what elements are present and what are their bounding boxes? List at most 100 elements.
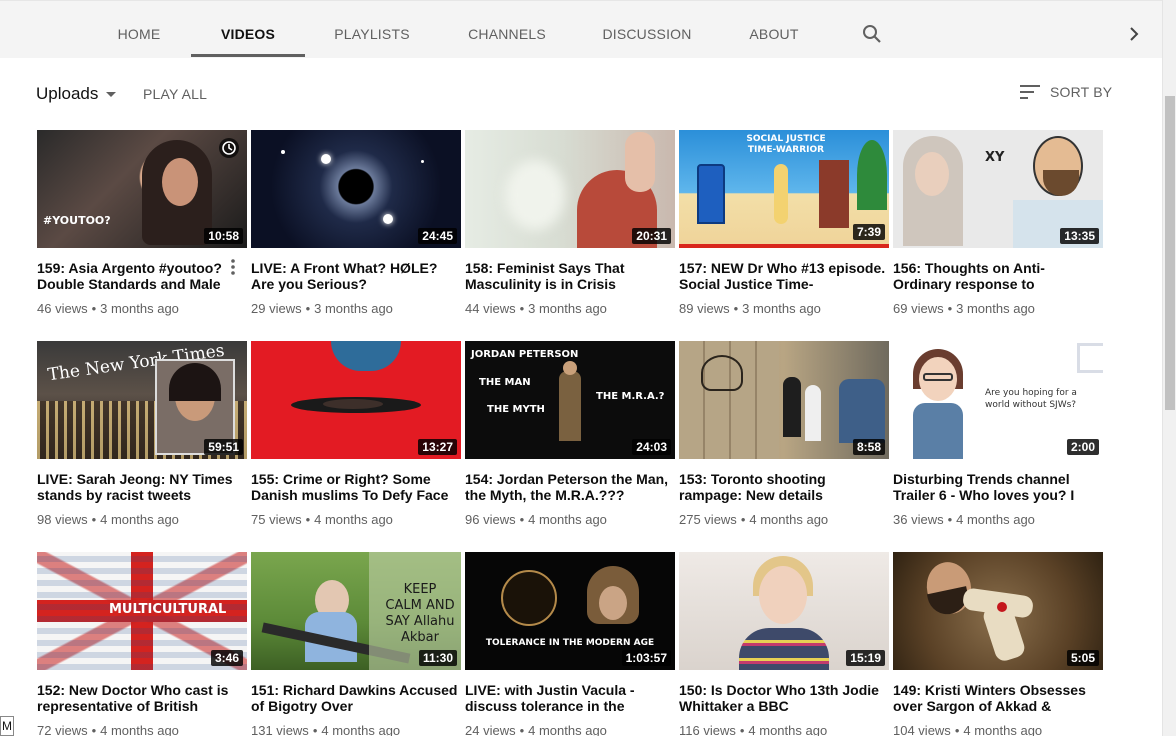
video-thumbnail[interactable]: 24:45 xyxy=(251,130,461,248)
thumbnail-overlay-text: TOLERANCE IN THE MODERN AGE xyxy=(485,638,655,648)
video-card[interactable]: 8:58 153: Toronto shooting rampage: New … xyxy=(679,341,889,527)
video-meta: 116 views • 4 months ago xyxy=(679,723,889,736)
video-thumbnail[interactable]: 8:58 xyxy=(679,341,889,459)
video-title[interactable]: 159: Asia Argento #youtoo? Double Standa… xyxy=(37,260,247,292)
sort-by-button[interactable]: SORT BY xyxy=(1020,84,1112,100)
video-meta: 75 views • 4 months ago xyxy=(251,512,461,527)
video-title[interactable]: 152: New Doctor Who cast is representati… xyxy=(37,682,247,714)
video-thumbnail[interactable]: JORDAN PETERSON THE MAN THE MYTH THE M.R… xyxy=(465,341,675,459)
more-options-icon[interactable] xyxy=(229,258,237,276)
video-card[interactable]: TOLERANCE IN THE MODERN AGE 1:03:57 LIVE… xyxy=(465,552,675,736)
video-meta: 69 views • 3 months ago xyxy=(893,301,1103,316)
upload-age: 4 months ago xyxy=(314,512,393,527)
video-thumbnail[interactable]: #YOUTOO? 10:58 xyxy=(37,130,247,248)
video-title[interactable]: 151: Richard Dawkins Accused of Bigotry … xyxy=(251,682,461,714)
page-scrollbar[interactable] xyxy=(1162,0,1176,736)
video-thumbnail[interactable]: The New York Times 59:51 xyxy=(37,341,247,459)
upload-age: 4 months ago xyxy=(321,723,401,736)
video-card[interactable]: KEEP CALM AND SAY Allahu Akbar 11:30 151… xyxy=(251,552,461,736)
search-icon[interactable] xyxy=(862,24,882,44)
view-count: 89 views xyxy=(679,301,730,316)
video-duration: 13:27 xyxy=(418,439,457,455)
video-card[interactable]: Are you hoping for a world without SJWs?… xyxy=(893,341,1103,527)
video-duration: 1:03:57 xyxy=(621,650,671,666)
upload-age: 4 months ago xyxy=(100,723,179,736)
uploads-label: Uploads xyxy=(36,84,99,103)
meta-separator: • xyxy=(947,301,953,316)
video-thumbnail[interactable]: 5:05 xyxy=(893,552,1103,670)
video-card[interactable]: MULTICULTURAL 3:46 152: New Doctor Who c… xyxy=(37,552,247,736)
video-card[interactable]: 13:27 155: Crime or Right? Some Danish m… xyxy=(251,341,461,527)
video-title[interactable]: 154: Jordan Peterson the Man, the Myth, … xyxy=(465,471,675,503)
video-title[interactable]: LIVE: Sarah Jeong: NY Times stands by ra… xyxy=(37,471,247,503)
thumbnail-overlay-text: XY xyxy=(985,150,1005,165)
view-count: 75 views xyxy=(251,512,302,527)
view-count: 72 views xyxy=(37,723,88,736)
video-card[interactable]: #YOUTOO? 10:58 159: Asia Argento #youtoo… xyxy=(37,130,247,316)
video-thumbnail[interactable]: MULTICULTURAL 3:46 xyxy=(37,552,247,670)
video-thumbnail[interactable]: KEEP CALM AND SAY Allahu Akbar 11:30 xyxy=(251,552,461,670)
meta-separator: • xyxy=(91,301,97,316)
play-all-button[interactable]: PLAY ALL xyxy=(143,86,207,102)
video-card[interactable]: The New York Times 59:51 LIVE: Sarah Jeo… xyxy=(37,341,247,527)
video-duration: 24:03 xyxy=(632,439,671,455)
thumbnail-overlay-text: MULTICULTURAL xyxy=(109,602,227,617)
scrollbar-thumb[interactable] xyxy=(1165,96,1175,410)
video-thumbnail[interactable]: 13:27 xyxy=(251,341,461,459)
video-title[interactable]: LIVE: A Front What? HØLE? Are you Seriou… xyxy=(251,260,461,292)
video-card[interactable]: 5:05 149: Kristi Winters Obsesses over S… xyxy=(893,552,1103,736)
video-title[interactable]: 158: Feminist Says That Masculinity is i… xyxy=(465,260,675,292)
video-title[interactable]: 157: NEW Dr Who #13 episode. Social Just… xyxy=(679,260,889,292)
watch-later-icon[interactable] xyxy=(219,138,239,158)
video-duration: 5:05 xyxy=(1066,650,1099,666)
video-meta: 29 views • 3 months ago xyxy=(251,301,461,316)
tab-about[interactable]: ABOUT xyxy=(738,1,810,59)
tab-playlists[interactable]: PLAYLISTS xyxy=(322,1,422,59)
video-thumbnail[interactable]: Are you hoping for a world without SJWs?… xyxy=(893,341,1103,459)
video-title[interactable]: 155: Crime or Right? Some Danish muslims… xyxy=(251,471,461,503)
thumbnail-overlay-text: KEEP CALM AND SAY Allahu Akbar xyxy=(385,582,455,645)
video-title[interactable]: LIVE: with Justin Vacula - discuss toler… xyxy=(465,682,675,714)
view-count: 46 views xyxy=(37,301,88,316)
video-thumbnail[interactable]: SOCIAL JUSTICE TIME-WARRIOR 7:39 xyxy=(679,130,889,248)
video-thumbnail[interactable]: 20:31 xyxy=(465,130,675,248)
video-thumbnail[interactable]: TOLERANCE IN THE MODERN AGE 1:03:57 xyxy=(465,552,675,670)
view-count: 275 views xyxy=(679,512,737,527)
video-meta: 98 views • 4 months ago xyxy=(37,512,247,527)
video-duration: 7:39 xyxy=(852,224,885,240)
view-count: 44 views xyxy=(465,301,516,316)
video-card[interactable]: 24:45 LIVE: A Front What? HØLE? Are you … xyxy=(251,130,461,316)
tab-home[interactable]: HOME xyxy=(104,1,174,59)
sort-icon xyxy=(1020,85,1040,99)
video-thumbnail[interactable]: 15:19 xyxy=(679,552,889,670)
video-meta: 24 views • 4 months ago xyxy=(465,723,675,736)
thumbnail-overlay-text: THE M.R.A.? xyxy=(596,391,665,402)
video-title[interactable]: Disturbing Trends channel Trailer 6 - Wh… xyxy=(893,471,1103,503)
video-card[interactable]: XY 13:35 156: Thoughts on Anti-Ordinary … xyxy=(893,130,1103,316)
tab-discussion[interactable]: DISCUSSION xyxy=(592,1,702,59)
upload-age: 4 months ago xyxy=(528,512,607,527)
video-title[interactable]: 153: Toronto shooting rampage: New detai… xyxy=(679,471,889,503)
meta-separator: • xyxy=(947,512,953,527)
thumbnail-overlay-text: Are you hoping for a world without SJWs? xyxy=(985,388,1077,410)
video-title[interactable]: 150: Is Doctor Who 13th Jodie Whittaker … xyxy=(679,682,889,714)
video-card[interactable]: JORDAN PETERSON THE MAN THE MYTH THE M.R… xyxy=(465,341,675,527)
video-card[interactable]: 20:31 158: Feminist Says That Masculinit… xyxy=(465,130,675,316)
video-title[interactable]: 149: Kristi Winters Obsesses over Sargon… xyxy=(893,682,1103,714)
video-card[interactable]: SOCIAL JUSTICE TIME-WARRIOR 7:39 157: NE… xyxy=(679,130,889,316)
meta-separator: • xyxy=(954,723,960,736)
uploads-dropdown[interactable]: Uploads xyxy=(36,84,117,104)
channel-tab-bar: HOME VIDEOS PLAYLISTS CHANNELS DISCUSSIO… xyxy=(0,0,1162,58)
video-thumbnail[interactable]: XY 13:35 xyxy=(893,130,1103,248)
view-count: 24 views xyxy=(465,723,516,736)
thumbnail-overlay-text: SOCIAL JUSTICE TIME-WARRIOR xyxy=(746,134,826,155)
tab-channels[interactable]: CHANNELS xyxy=(456,1,558,59)
tab-videos[interactable]: VIDEOS xyxy=(191,1,305,59)
caret-down-icon xyxy=(106,91,117,97)
view-count: 36 views xyxy=(893,512,944,527)
upload-age: 4 months ago xyxy=(748,723,828,736)
video-card[interactable]: 15:19 150: Is Doctor Who 13th Jodie Whit… xyxy=(679,552,889,736)
video-title[interactable]: 156: Thoughts on Anti-Ordinary response … xyxy=(893,260,1103,292)
meta-separator: • xyxy=(305,512,311,527)
chevron-right-icon[interactable] xyxy=(1126,25,1142,43)
